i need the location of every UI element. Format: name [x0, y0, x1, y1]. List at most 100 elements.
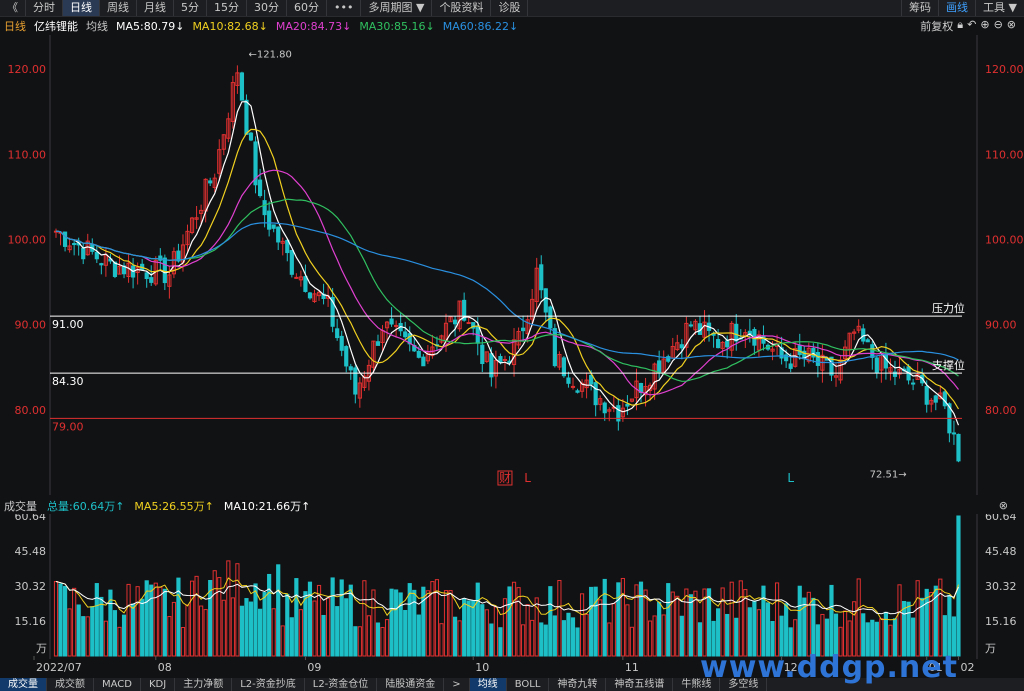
- volume-bar: [774, 582, 780, 657]
- adjust-button[interactable]: 前复权: [920, 18, 953, 34]
- volume-bar: [158, 586, 163, 657]
- volume-ma5: MA5:26.55万↑: [134, 499, 214, 513]
- x-label: 02: [960, 661, 974, 674]
- volume-title: 成交量: [4, 499, 37, 513]
- volume-bar: [348, 584, 353, 657]
- tab-0[interactable]: 分时: [26, 0, 63, 16]
- indicator-tab-2[interactable]: MACD: [94, 678, 141, 691]
- volume-bar: [566, 612, 571, 657]
- indicator-tab-8[interactable]: >: [444, 678, 470, 691]
- volume-bar: [489, 623, 494, 657]
- volume-bar: [267, 573, 272, 657]
- indicator-tab-0[interactable]: 成交量: [0, 678, 47, 691]
- volume-bar: [167, 616, 172, 657]
- price-tick-right: 90.00: [985, 319, 1017, 332]
- tab-5[interactable]: 15分: [207, 0, 247, 16]
- volume-bar: [561, 620, 567, 657]
- tab-8[interactable]: •••: [327, 0, 362, 16]
- volume-bar: [171, 601, 176, 657]
- candle-body: [625, 403, 630, 407]
- volume-bar: [203, 609, 208, 657]
- volume-bar: [326, 597, 331, 657]
- indicator-tab-12[interactable]: 神奇五线谱: [606, 678, 674, 691]
- volume-bar: [552, 615, 557, 657]
- volume-bar: [117, 626, 122, 657]
- candle-body: [208, 180, 213, 184]
- vol-tick-left: 15.16: [15, 615, 47, 628]
- vol-tick-right: 15.16: [985, 615, 1017, 628]
- volume-bar: [103, 620, 108, 657]
- ma-label[interactable]: 均线: [86, 18, 108, 34]
- volume-bar: [353, 626, 358, 657]
- volume-bar: [307, 581, 313, 657]
- right-tool-0[interactable]: 筹码: [901, 0, 938, 16]
- candle-body: [911, 382, 916, 385]
- x-label: 09: [307, 661, 321, 674]
- back-button[interactable]: 《: [0, 0, 26, 16]
- candle-body: [248, 132, 254, 141]
- indicator-tab-1[interactable]: 成交额: [47, 678, 94, 691]
- candle-body: [716, 339, 721, 349]
- tab-9[interactable]: 多周期图 ▼: [361, 0, 433, 16]
- volume-bar: [738, 580, 743, 657]
- indicator-tab-6[interactable]: L2-资金仓位: [305, 678, 378, 691]
- volume-bar: [906, 601, 911, 657]
- volume-bar: [602, 578, 607, 657]
- indicator-tab-4[interactable]: 主力净额: [175, 678, 233, 691]
- period-label: 日线: [4, 20, 26, 33]
- undo-icon[interactable]: ↶: [967, 18, 976, 34]
- volume-close-icon[interactable]: ⊗: [999, 499, 1008, 512]
- volume-bar: [94, 583, 99, 657]
- zoom-in-icon[interactable]: ⊕: [980, 18, 989, 34]
- candle-body: [539, 264, 544, 291]
- volume-bar: [856, 578, 861, 657]
- volume-bar: [140, 598, 145, 657]
- indicator-tab-3[interactable]: KDJ: [141, 678, 176, 691]
- volume-bar: [312, 600, 317, 657]
- tab-1[interactable]: 日线: [63, 0, 100, 16]
- x-label: 10: [475, 661, 489, 674]
- volume-bar: [180, 627, 186, 657]
- zoom-out-icon[interactable]: ⊖: [994, 18, 1003, 34]
- vol-unit-left: 万: [36, 642, 47, 655]
- candle-body: [389, 318, 394, 325]
- volume-bar: [761, 585, 766, 657]
- volume-bar: [375, 622, 381, 657]
- tab-4[interactable]: 5分: [174, 0, 207, 16]
- candle-body: [575, 390, 580, 393]
- tab-6[interactable]: 30分: [247, 0, 287, 16]
- indicator-tab-11[interactable]: 神奇九转: [549, 678, 607, 691]
- level-label-left: 79.00: [52, 420, 84, 433]
- volume-bar: [616, 582, 621, 657]
- right-tool-2[interactable]: 工具 ▼: [975, 0, 1024, 16]
- indicator-tab-5[interactable]: L2-资金抄底: [232, 678, 305, 691]
- ma20-line: [55, 169, 959, 396]
- tab-11[interactable]: 诊股: [491, 0, 529, 16]
- x-label: 2022/07: [36, 661, 82, 674]
- price-chart[interactable]: 120.00 120.00 110.00 110.00 100.00 100.00 90.0…: [0, 35, 1024, 495]
- tab-2[interactable]: 周线: [100, 0, 137, 16]
- right-tool-1[interactable]: 画线: [938, 0, 975, 16]
- x-label: 11: [625, 661, 639, 674]
- volume-bar: [76, 604, 81, 657]
- event-marker: 财: [499, 471, 511, 485]
- volume-bar: [611, 603, 616, 657]
- indicator-tab-10[interactable]: BOLL: [507, 678, 550, 691]
- event-marker: L: [787, 471, 794, 485]
- tab-3[interactable]: 月线: [137, 0, 174, 16]
- tab-7[interactable]: 60分: [287, 0, 327, 16]
- volume-bar: [253, 583, 258, 657]
- indicator-tab-7[interactable]: 陆股通资金: [377, 678, 445, 691]
- volume-bar: [575, 627, 580, 657]
- candle-body: [480, 344, 485, 365]
- volume-bar: [684, 588, 689, 657]
- volume-bar: [657, 601, 662, 657]
- tab-10[interactable]: 个股资料: [432, 0, 492, 16]
- ma10-value: MA10:82.68↓: [192, 19, 268, 33]
- volume-bar: [362, 580, 367, 657]
- lock-icon[interactable]: 🔒︎: [957, 18, 963, 34]
- indicator-tab-9[interactable]: 均线: [469, 678, 507, 691]
- candle-body: [271, 224, 276, 229]
- close-icon[interactable]: ⊗: [1007, 18, 1016, 34]
- volume-bar: [384, 619, 390, 657]
